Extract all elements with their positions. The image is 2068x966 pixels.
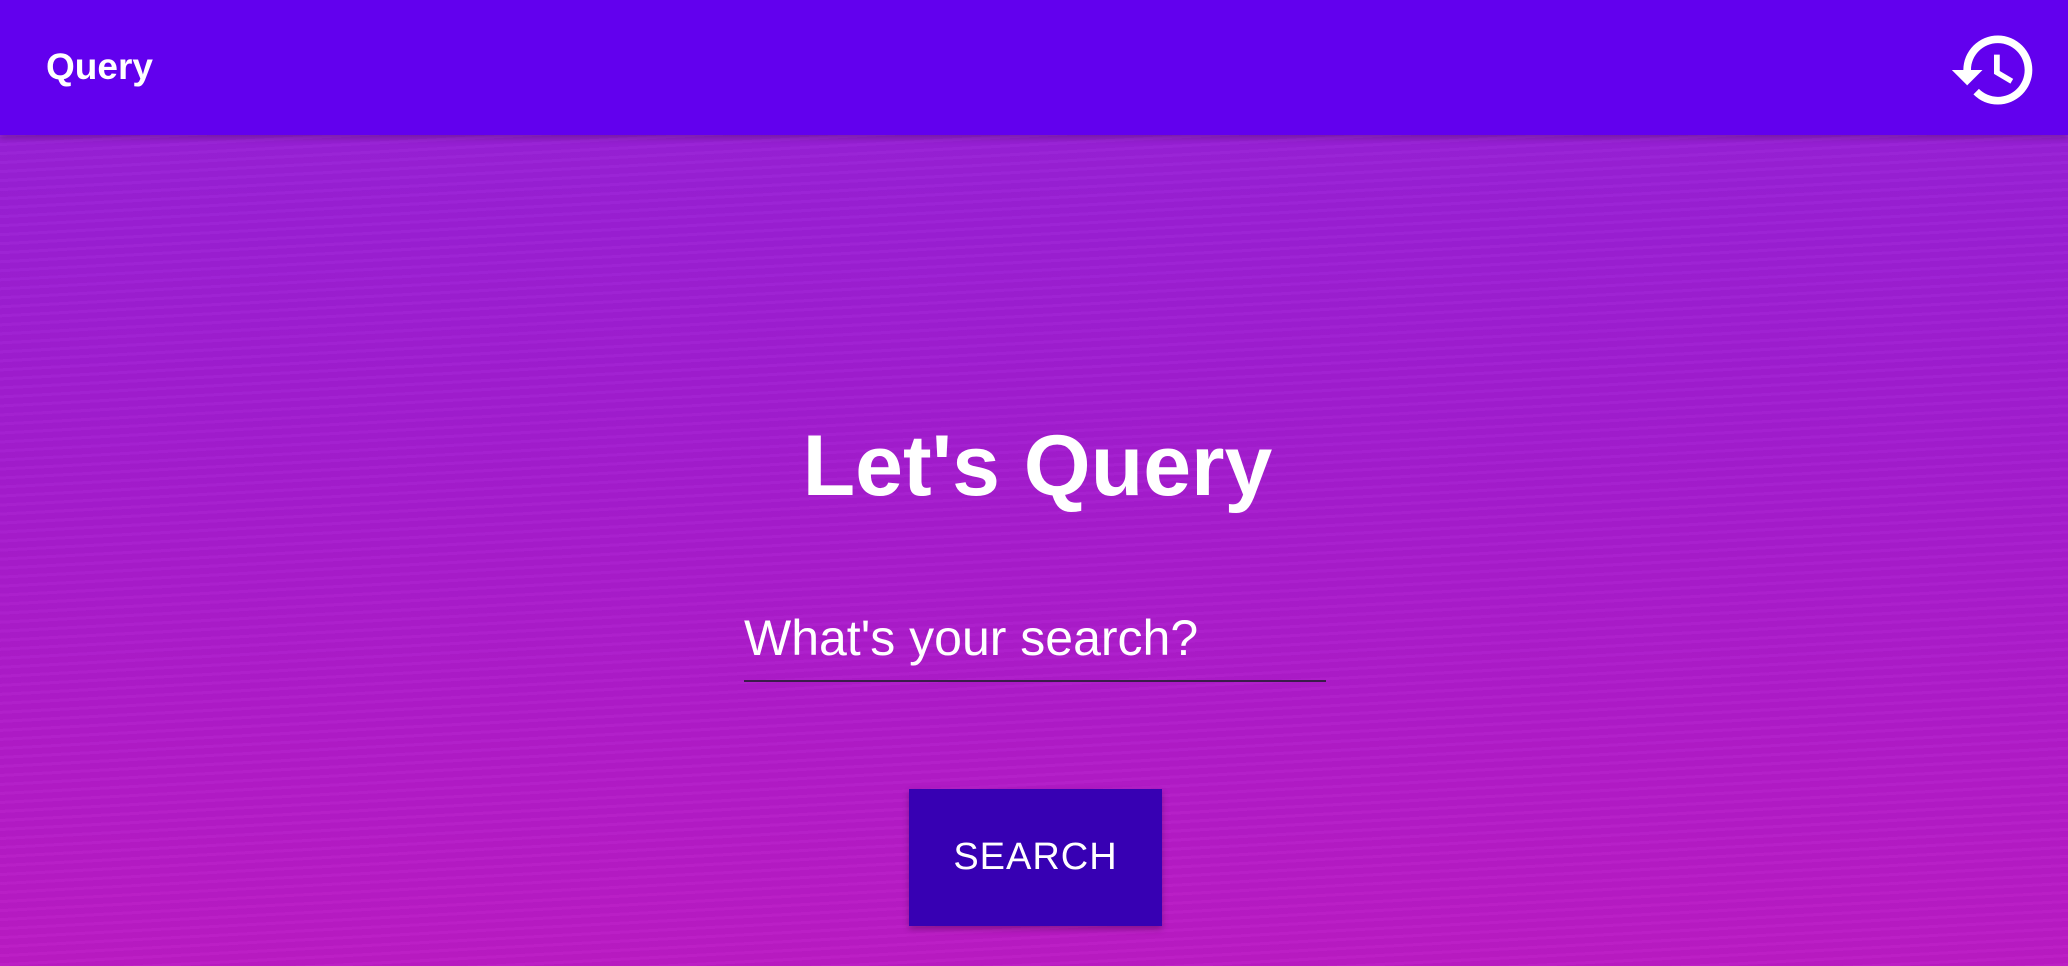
app-bar: Query xyxy=(0,0,2068,135)
search-button[interactable]: SEARCH xyxy=(909,789,1162,926)
search-field[interactable] xyxy=(744,598,1326,682)
history-icon xyxy=(1951,35,2033,105)
history-button[interactable] xyxy=(1944,20,2044,120)
app-title: Query xyxy=(46,46,153,87)
page-heading: Let's Query xyxy=(802,417,1273,514)
search-input[interactable] xyxy=(744,598,1326,678)
app-screen: Query Let's Query SEARCH xyxy=(0,0,2068,966)
